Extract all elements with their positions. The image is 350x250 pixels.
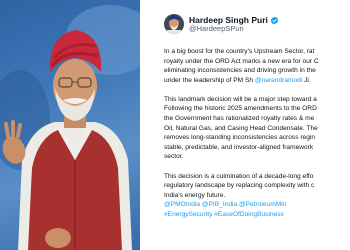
tweet-text-line: Following the historic 2025 amendments t… <box>164 105 317 113</box>
speaker-illustration <box>0 5 140 250</box>
tweet-text-line: removes long-standing inconsistencies ac… <box>164 134 315 142</box>
tweet-text-line: stable, predictable, and investor-aligne… <box>164 143 314 151</box>
author-handle[interactable]: @HardeepSPuri <box>189 24 279 33</box>
tweet-text-line: the Government has rationalized royalty … <box>164 115 315 123</box>
tweet-text-line: sector. <box>164 153 184 161</box>
tweet-text-line: In a big boost for the country's Upstrea… <box>164 48 315 55</box>
tweet-text-segment: under the leadership of PM Sh <box>164 76 255 84</box>
tweet-text-line: This decision is a culmination of a deca… <box>164 172 314 180</box>
tweet-text-line: regulatory landscape by replacing comple… <box>164 182 315 190</box>
tweet-text-line: under the leadership of PM Sh @narendram… <box>164 76 350 86</box>
avatar-image <box>164 14 184 34</box>
tweet-paragraph-2: This landmark decision will be a major s… <box>164 95 350 162</box>
tweet-text-line: royalty under the ORD Act marks a new er… <box>164 57 319 65</box>
tweet-text-segment: Ji. <box>302 76 311 84</box>
tweet-text-line: eliminating inconsistencies and driving … <box>164 67 316 75</box>
tweet-text-line: India's energy future. <box>164 191 226 199</box>
tweet-text-line: This landmark decision will be a major s… <box>164 95 317 103</box>
mention-links[interactable]: @PMOIndia @PIB_India @PetroleumMin <box>164 200 350 210</box>
tweet-body: In a big boost for the country's Upstrea… <box>164 47 350 220</box>
tweet-paragraph-1: In a big boost for the country's Upstrea… <box>164 47 350 85</box>
tweet-paragraph-3: This decision is a culmination of a deca… <box>164 172 350 220</box>
author-avatar[interactable] <box>164 14 184 34</box>
hashtag-links[interactable]: #EnergySecurity #EaseOfDoingBusiness <box>164 210 350 220</box>
tweet-header: Hardeep Singh Puri @HardeepSPuri <box>164 12 350 36</box>
verified-badge-icon <box>270 16 279 24</box>
tweet-card: Hardeep Singh Puri @HardeepSPuri In a bi… <box>140 0 350 250</box>
mention-link-narendramodi[interactable]: @narendramodi <box>255 77 302 84</box>
tweet-text-line: Oil, Natural Gas, and Casing Head Conden… <box>164 124 318 132</box>
speaker-photo <box>0 0 140 250</box>
